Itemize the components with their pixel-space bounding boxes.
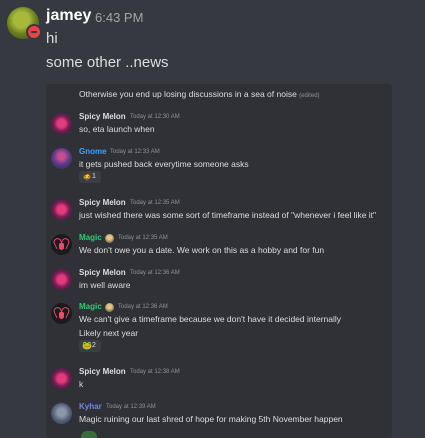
timestamp: Today at 12:33 AM (110, 149, 160, 155)
author-name[interactable]: Spicy Melon (79, 367, 126, 376)
timestamp: Today at 12:38 AM (130, 369, 180, 375)
message-text: We can't give a timeframe because we don… (79, 314, 342, 324)
edited-label: (edited) (299, 93, 320, 99)
timestamp: Today at 12:35 AM (118, 235, 168, 241)
partial-reaction-icon (81, 431, 97, 438)
author-name[interactable]: Magic (79, 233, 102, 242)
reaction-button[interactable]: 🐸 2 (79, 340, 101, 352)
author-name[interactable]: Kyhar (79, 402, 102, 411)
message-text: just wished there was some sort of timef… (79, 210, 377, 220)
message-text: We don't owe you a date. We work on this… (79, 245, 325, 255)
top-message: jamey 6:43 PM hi some other ..news (0, 0, 425, 85)
author-name[interactable]: Spicy Melon (79, 198, 126, 207)
avatar[interactable] (7, 7, 42, 40)
message-text: Likely next year (79, 328, 139, 338)
embed-header-line: Otherwise you end up losing discussions … (79, 89, 320, 99)
avatar[interactable] (51, 303, 72, 324)
role-badge-icon (105, 303, 114, 312)
avatar[interactable] (51, 403, 72, 424)
reaction-button[interactable]: 🧔 1 (79, 171, 101, 183)
message-text: im well aware (79, 280, 131, 290)
username[interactable]: jamey (46, 7, 91, 25)
message-line: hi (46, 30, 58, 47)
timestamp: Today at 12:36 AM (130, 270, 180, 276)
avatar[interactable] (51, 148, 72, 169)
timestamp: Today at 12:36 AM (118, 304, 168, 310)
reaction-count: 2 (92, 342, 96, 349)
avatar[interactable] (51, 113, 72, 134)
embed-header-text: Otherwise you end up losing discussions … (79, 89, 297, 99)
timestamp: 6:43 PM (95, 10, 144, 25)
author-name[interactable]: Magic (79, 302, 102, 311)
message-text: so, eta launch when (79, 124, 155, 134)
message-text: it gets pushed back everytime someone as… (79, 159, 249, 169)
timestamp: Today at 12:35 AM (130, 200, 180, 206)
avatar[interactable] (51, 199, 72, 220)
author-name[interactable]: Gnome (79, 147, 107, 156)
dnd-status-icon (26, 24, 42, 40)
message-text: k (79, 379, 84, 389)
reaction-emoji: 🐸 (82, 341, 92, 350)
embedded-conversation-image[interactable]: Otherwise you end up losing discussions … (46, 84, 392, 438)
avatar[interactable] (51, 269, 72, 290)
timestamp: Today at 12:30 AM (130, 114, 180, 120)
reaction-count: 1 (92, 173, 96, 180)
timestamp: Today at 12:39 AM (106, 404, 156, 410)
avatar[interactable] (51, 234, 72, 255)
message-text: Magic ruining our last shred of hope for… (79, 414, 343, 424)
reaction-emoji: 🧔 (82, 172, 92, 181)
author-name[interactable]: Spicy Melon (79, 112, 126, 121)
message-line: some other ..news (46, 54, 169, 71)
role-badge-icon (105, 234, 114, 243)
author-name[interactable]: Spicy Melon (79, 268, 126, 277)
avatar[interactable] (51, 368, 72, 389)
